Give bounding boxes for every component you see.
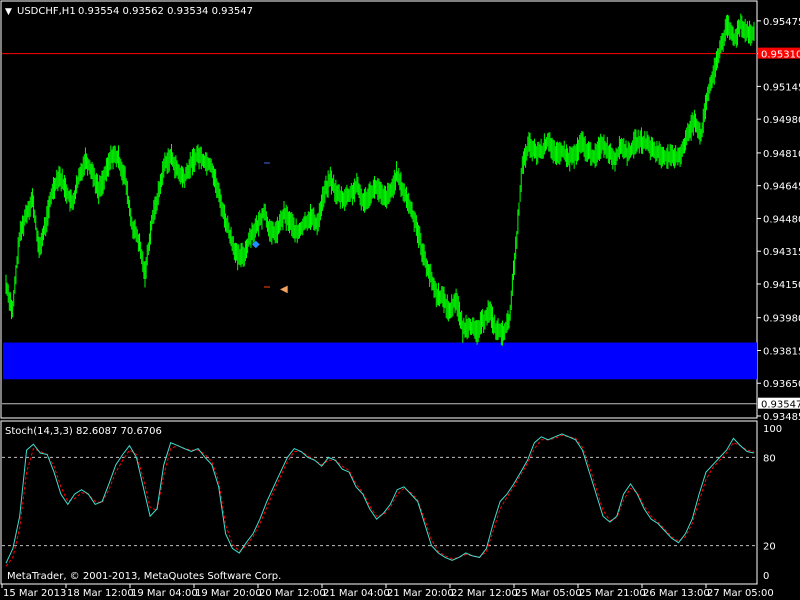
time-label: 26 Mar 13:00 xyxy=(643,588,710,599)
indicator-level-label: 80 xyxy=(763,453,776,464)
time-label: 21 Mar 04:00 xyxy=(323,588,390,599)
stoch-main-line xyxy=(5,433,755,564)
price-tick-label: 0.93650 xyxy=(763,379,800,390)
trading-chart[interactable]: ◆ ◀ ▼ USDCHF,H1 0.93554 0.93562 0.93534 … xyxy=(0,0,800,600)
indicator-level-label: 0 xyxy=(763,571,769,582)
price-bars xyxy=(5,13,755,346)
time-label: 19 Mar 04:00 xyxy=(131,588,198,599)
indicator-panel-frame xyxy=(0,420,758,585)
time-label: 21 Mar 20:00 xyxy=(387,588,454,599)
price-tick-label: 0.94810 xyxy=(763,149,800,160)
price-tick-label: 0.93815 xyxy=(763,346,800,357)
price-tick-label: 0.94480 xyxy=(763,214,800,225)
time-label: 20 Mar 12:00 xyxy=(259,588,326,599)
triangle-marker-icon: ◀ xyxy=(280,284,288,295)
indicator-label: Stoch(14,3,3) 82.6087 70.6706 xyxy=(5,426,162,437)
price-tick-label: 0.93485 xyxy=(763,412,800,423)
chart-menu-icon[interactable]: ▼ xyxy=(5,7,12,17)
time-label: 25 Mar 05:00 xyxy=(515,588,582,599)
time-label: 27 Mar 05:00 xyxy=(707,588,774,599)
ohlc-values: 0.93554 0.93562 0.93534 0.93547 xyxy=(78,6,253,17)
indicator-axis: 100 80 20 0 xyxy=(763,424,782,582)
symbol-label: USDCHF,H1 xyxy=(17,6,76,17)
price-tick-label: 0.94150 xyxy=(763,280,800,291)
time-label: 19 Mar 20:00 xyxy=(195,588,262,599)
price-tick-label: 0.95475 xyxy=(763,17,800,28)
price-tick-label: 0.94980 xyxy=(763,115,800,126)
time-label: 22 Mar 12:00 xyxy=(451,588,518,599)
stoch-signal-line xyxy=(5,434,755,567)
time-label: 25 Mar 21:00 xyxy=(579,588,646,599)
price-tick-label: 0.94645 xyxy=(763,182,800,193)
support-zone[interactable] xyxy=(3,342,757,380)
time-label: 18 Mar 12:00 xyxy=(67,588,134,599)
copyright-text: MetaTrader, © 2001-2013, MetaQuotes Soft… xyxy=(7,571,281,582)
price-tick-label: 0.93980 xyxy=(763,314,800,325)
indicator-level-label: 20 xyxy=(763,542,776,553)
time-label: 15 Mar 2013 xyxy=(3,588,66,599)
indicator-level-label: 100 xyxy=(763,424,782,435)
current-price-label: 0.93547 xyxy=(761,400,800,411)
time-axis[interactable]: 15 Mar 2013 18 Mar 12:0019 Mar 04:0019 Ma… xyxy=(1,584,774,599)
price-tick-label: 0.95145 xyxy=(763,82,800,93)
arrow-marker-icon: ◆ xyxy=(252,239,260,250)
red-line-price-label: 0.95310 xyxy=(761,50,800,61)
price-tick-label: 0.94315 xyxy=(763,247,800,258)
price-axis[interactable]: 0.95475 0.95310 0.95145 0.94980 0.94810 0.946… xyxy=(757,17,800,423)
